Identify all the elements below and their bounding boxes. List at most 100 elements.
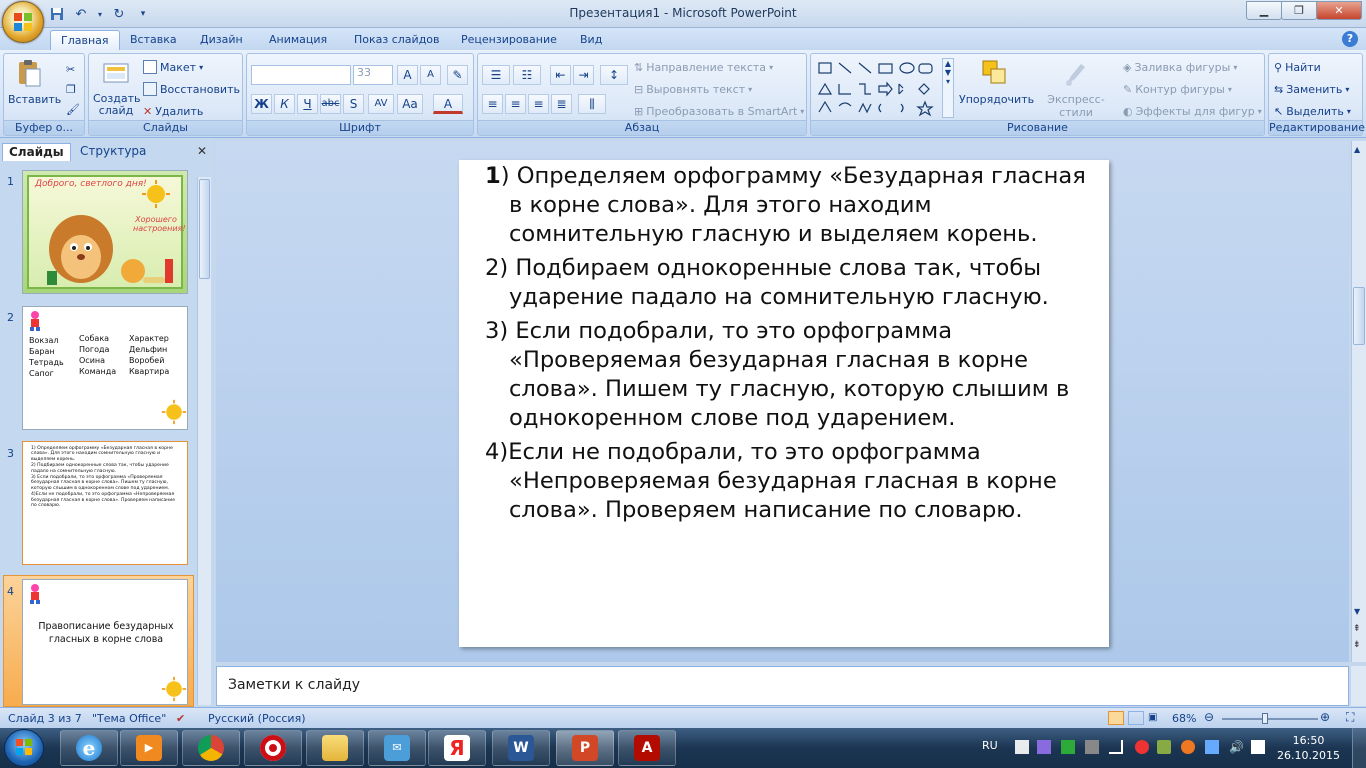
close-pane-icon[interactable]: ✕ [197,144,207,158]
layout-button[interactable]: Макет ▾ [143,58,203,76]
font-size-field[interactable]: 33 [353,65,393,85]
clock[interactable]: 16:50 26.10.2015 [1277,733,1340,763]
scroll-thumb[interactable] [199,179,210,279]
taskbar-media[interactable]: ▶ [120,730,178,766]
slide-thumbnail-3[interactable]: 1) Определяем орфограмму «Безударная гла… [22,441,188,565]
tab-design[interactable]: Дизайн [190,30,253,50]
align-center-icon[interactable]: ≡ [505,94,526,114]
columns-icon[interactable]: ⫼ [578,94,606,114]
volume-icon[interactable]: 🔊 [1229,740,1244,754]
bold-icon[interactable]: Ж [251,94,272,114]
format-painter-icon[interactable]: 🖌 [66,100,80,118]
antivirus-tray-icon[interactable] [1135,740,1149,754]
tab-home[interactable]: Главная [50,30,120,50]
next-slide-icon[interactable]: ⇟ [1353,639,1361,651]
minimize-button[interactable]: ▁ [1246,1,1282,20]
shape-outline-button[interactable]: ✎ Контур фигуры ▾ [1123,80,1232,98]
copy-icon[interactable]: ❐ [66,80,76,98]
shape-effects-button[interactable]: ◐ Эффекты для фигур ▾ [1123,102,1262,120]
help-icon[interactable]: ? [1342,31,1358,47]
zoom-slider[interactable] [1222,718,1318,720]
spacing-icon[interactable]: AV [368,94,394,114]
text-direction-button[interactable]: ⇅ Направление текста ▾ [634,58,773,76]
slide-thumbnail-1[interactable]: Доброго, светлого дня! Хорошего настроен… [22,170,188,294]
shadow-icon[interactable]: S [343,94,364,114]
decrease-indent-icon[interactable]: ⇤ [550,65,571,85]
windows-tray-icon[interactable] [1015,740,1029,754]
taskbar-ie[interactable]: e [60,730,118,766]
tools-tray-icon[interactable] [1085,740,1099,754]
slideshow-view-icon[interactable]: ▣ [1148,712,1157,723]
zoom-slider-thumb[interactable] [1262,713,1268,724]
scroll-up-icon[interactable]: ▲ [1354,145,1360,154]
taskbar-yandex[interactable]: Я [428,730,486,766]
grow-font-icon[interactable]: A [397,65,418,85]
slides-pane-scrollbar[interactable] [197,177,211,705]
quick-styles-button[interactable]: Экспресс-стили [1033,58,1119,119]
check-tray-icon[interactable] [1061,740,1075,754]
show-desktop-button[interactable] [1352,728,1366,768]
slide-text-body[interactable]: 1) Определяем орфограмму «Безударная гла… [485,162,1095,530]
font-name-field[interactable] [251,65,351,85]
clear-format-icon[interactable]: ✎ [447,65,468,85]
line-spacing-icon[interactable]: ↕ [600,65,628,85]
zoom-level[interactable]: 68% [1172,712,1196,725]
slide-thumbnail-4[interactable]: Правописание безударных гласных в корне … [22,579,188,705]
select-button[interactable]: ↖ Выделить ▾ [1274,102,1351,120]
current-slide[interactable]: 1) Определяем орфограмму «Безударная гла… [459,160,1109,647]
normal-view-icon[interactable] [1108,711,1124,725]
taskbar-explorer[interactable] [306,730,364,766]
network-tray-icon[interactable] [1157,740,1171,754]
align-left-icon[interactable]: ≡ [482,94,503,114]
bullets-icon[interactable]: ☰ [482,65,510,85]
notes-scrollbar[interactable] [1351,666,1366,706]
arrange-button[interactable]: Упорядочить [959,58,1034,106]
cut-icon[interactable]: ✂ [66,60,75,78]
italic-icon[interactable]: К [274,94,295,114]
start-button[interactable] [4,729,44,767]
taskbar-chrome[interactable] [182,730,240,766]
increase-indent-icon[interactable]: ⇥ [573,65,594,85]
zoom-in-icon[interactable]: ⊕ [1320,710,1330,724]
reset-button[interactable]: Восстановить [143,80,240,98]
justify-icon[interactable]: ≣ [551,94,572,114]
tab-review[interactable]: Рецензирование [451,30,567,50]
change-case-icon[interactable]: Aa [397,94,423,114]
close-button[interactable]: ✕ [1316,1,1362,20]
smartart-button[interactable]: ⊞ Преобразовать в SmartArt ▾ [634,102,804,120]
signal-tray-icon[interactable] [1109,740,1123,754]
flag-tray-icon[interactable] [1205,740,1219,754]
paste-button[interactable]: Вставить [8,58,61,106]
scroll-down-icon[interactable]: ▼ [1354,607,1360,616]
tab-slideshow[interactable]: Показ слайдов [344,30,450,50]
tab-slides[interactable]: Слайды [2,143,71,161]
office-button[interactable] [2,1,44,43]
taskbar-opera[interactable] [244,730,302,766]
shape-fill-button[interactable]: ◈ Заливка фигуры ▾ [1123,58,1237,76]
spellcheck-icon[interactable]: ✔ [176,712,185,725]
shapes-scroll[interactable]: ▲ ▼ ▾ [942,58,954,118]
find-button[interactable]: ⚲ Найти [1274,58,1321,76]
taskbar-word[interactable]: W [492,730,550,766]
tab-animation[interactable]: Анимация [259,30,337,50]
align-right-icon[interactable]: ≡ [528,94,549,114]
language[interactable]: Русский (Россия) [208,712,306,725]
notes-pane[interactable]: Заметки к слайду [216,666,1349,706]
language-indicator[interactable]: RU [982,739,998,752]
tab-outline[interactable]: Структура [74,143,152,161]
prev-slide-icon[interactable]: ⇞ [1353,623,1361,635]
replace-button[interactable]: ⇆ Заменить ▾ [1274,80,1349,98]
tab-view[interactable]: Вид [570,30,612,50]
restore-button[interactable]: ❐ [1281,1,1317,20]
tab-insert[interactable]: Вставка [120,30,187,50]
strikethrough-icon[interactable]: abc [320,94,341,114]
taskbar-mail[interactable]: ✉ [368,730,426,766]
shapes-gallery[interactable] [817,60,941,120]
shrink-font-icon[interactable]: A [420,65,441,85]
slide-scrollbar[interactable]: ▲ ▼ ⇞ ⇟ [1351,141,1366,662]
battery-icon[interactable] [1251,740,1265,754]
underline-icon[interactable]: Ч [297,94,318,114]
new-slide-button[interactable]: Создать слайд [93,58,141,117]
zoom-out-icon[interactable]: ⊖ [1204,710,1214,724]
taskbar-powerpoint[interactable]: P [556,730,614,766]
